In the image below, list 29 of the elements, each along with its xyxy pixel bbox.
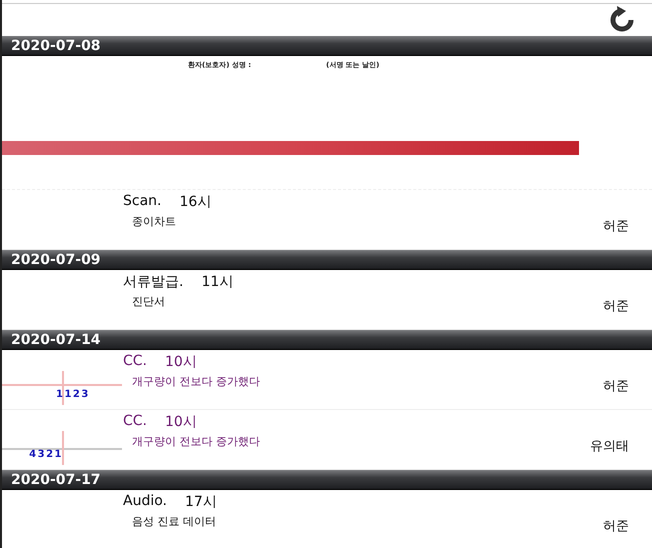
refresh-icon[interactable] (608, 6, 636, 34)
entry-time: 10시 (165, 413, 197, 431)
entry-title: Audio. (123, 493, 167, 511)
entry-detail: 음성 진료 데이터 (132, 514, 216, 529)
entry-title: CC. (123, 413, 148, 431)
entry-detail: 개구량이 전보다 증가했다 (132, 374, 260, 389)
record-entry[interactable]: Audio. 17시 음성 진료 데이터 허준 (2, 490, 652, 548)
date-header: 2020-07-14 (2, 330, 652, 350)
chart-thumbnail: 1123 (2, 371, 122, 405)
entry-title: CC. (123, 353, 148, 371)
date-header: 2020-07-08 (2, 36, 652, 56)
chart-thumbnail: 4321 (2, 431, 122, 465)
record-entry[interactable]: 1123 CC. 10시 개구량이 전보다 증가했다 허준 (2, 350, 652, 410)
doctor-name: 유의태 (590, 438, 629, 454)
entry-title: 서류발급. (123, 273, 184, 291)
entry-time: 16시 (180, 193, 212, 211)
entry-time: 10시 (165, 353, 197, 371)
entry-title: Scan. (123, 193, 162, 211)
doctor-name: 허준 (603, 518, 629, 534)
entry-detail: 진단서 (132, 294, 165, 309)
doctor-name: 허준 (603, 218, 629, 234)
entry-time: 11시 (201, 273, 234, 291)
entry-time: 17시 (185, 493, 217, 511)
date-header: 2020-07-17 (2, 470, 652, 490)
doctor-name: 허준 (603, 378, 629, 394)
entry-detail: 종이차트 (132, 214, 176, 229)
date-header: 2020-07-09 (2, 250, 652, 270)
doctor-name: 허준 (603, 298, 629, 314)
entry-detail: 개구량이 전보다 증가했다 (132, 434, 260, 449)
